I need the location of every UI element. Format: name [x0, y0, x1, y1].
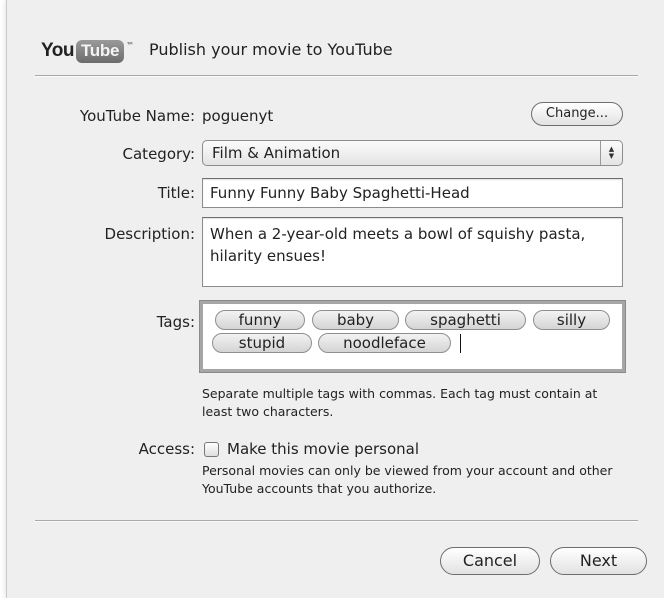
title-field[interactable]: Funny Funny Baby Spaghetti-Head [202, 178, 623, 208]
category-label: Category: [122, 145, 195, 163]
tag-token[interactable]: funny [215, 310, 305, 330]
tag-token[interactable]: silly [533, 310, 610, 330]
tag-token[interactable]: spaghetti [405, 310, 526, 330]
title-label: Title: [157, 184, 195, 202]
tag-token[interactable]: noodleface [318, 333, 451, 353]
tag-token[interactable]: baby [312, 310, 399, 330]
access-help-text: Personal movies can only be viewed from … [202, 463, 613, 496]
youtube-name-value: poguenyt [202, 107, 274, 125]
tag-token[interactable]: stupid [212, 333, 312, 353]
cancel-button[interactable]: Cancel [440, 547, 540, 575]
header-divider [35, 75, 638, 77]
youtube-logo: You Tube ™ [41, 39, 135, 63]
change-button[interactable]: Change... [531, 102, 623, 126]
title-field-value: Funny Funny Baby Spaghetti-Head [210, 184, 470, 202]
tags-field[interactable]: funny baby spaghetti silly stupid noodle… [200, 301, 625, 372]
description-label: Description: [104, 225, 195, 243]
dialog-title: Publish your movie to YouTube [149, 40, 393, 59]
personal-checkbox-label[interactable]: Make this movie personal [227, 440, 419, 458]
text-cursor [460, 334, 461, 353]
description-field[interactable]: When a 2-year-old meets a bowl of squish… [202, 217, 623, 287]
access-label: Access: [138, 440, 195, 458]
publish-dialog: You Tube ™ Publish your movie to YouTube Y… [6, 0, 664, 598]
stepper-arrows-icon: ▲ ▼ [600, 141, 622, 165]
description-field-value: When a 2-year-old meets a bowl of squish… [210, 225, 586, 265]
category-selected-value: Film & Animation [212, 144, 341, 162]
personal-checkbox[interactable] [204, 442, 219, 457]
footer-divider [35, 520, 638, 522]
youtube-name-label: YouTube Name: [79, 107, 195, 125]
next-button[interactable]: Next [550, 547, 647, 575]
tags-help-text: Separate multiple tags with commas. Each… [202, 386, 598, 419]
category-select[interactable]: Film & Animation ▲ ▼ [202, 140, 623, 166]
tags-label: Tags: [156, 313, 195, 331]
